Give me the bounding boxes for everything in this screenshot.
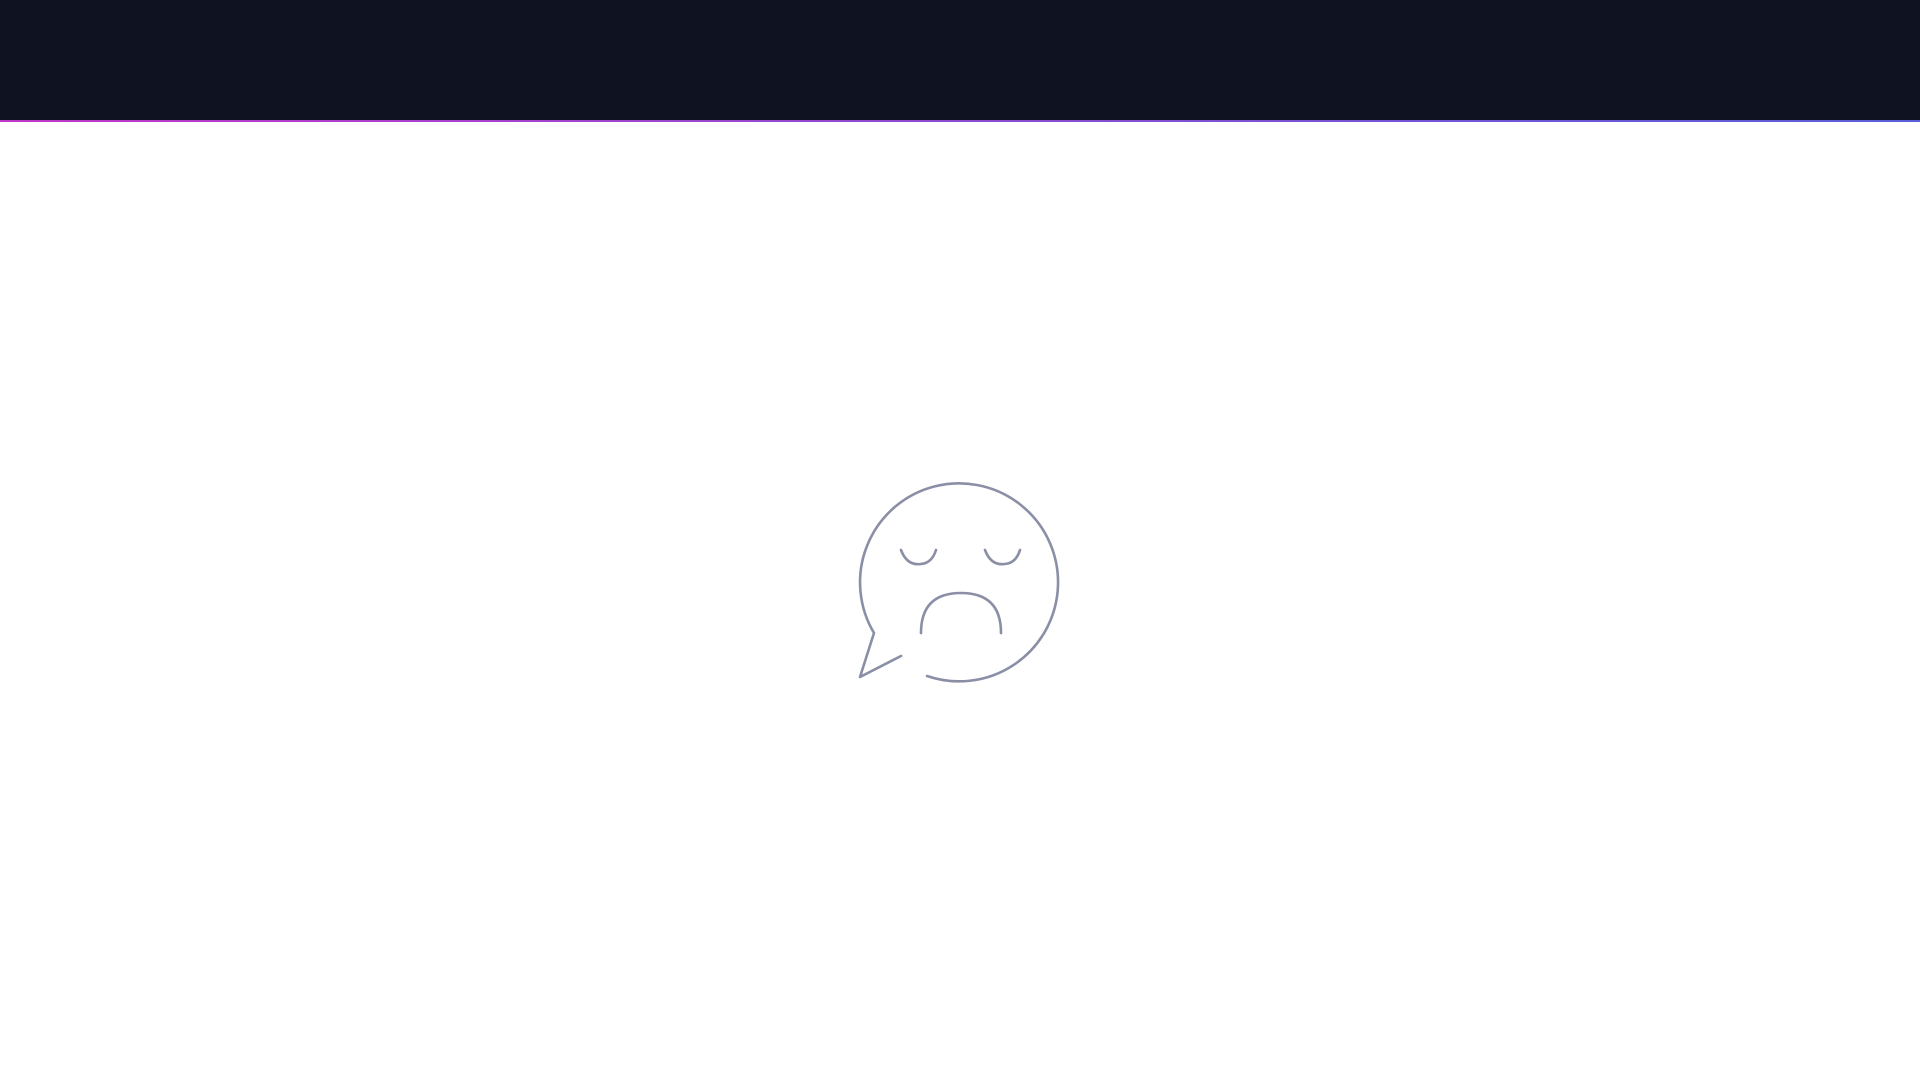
sad-speech-bubble-icon [858,482,1060,683]
top-bar [0,0,1920,120]
main-content [0,122,1920,1080]
left-eye [899,548,938,566]
right-eye [983,548,1022,566]
frown-mouth [919,591,1003,635]
bubble-outline [858,482,1060,683]
